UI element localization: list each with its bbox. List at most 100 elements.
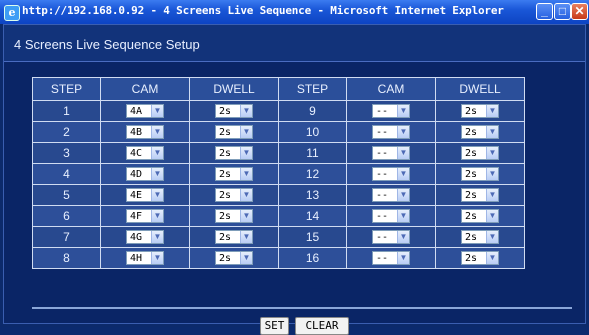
cam-cell: -- ▼ <box>346 100 436 122</box>
chevron-down-icon[interactable]: ▼ <box>240 147 252 160</box>
dwell-value: 2s <box>465 106 478 118</box>
table-row: 7 4G ▼ 2s ▼ 15 -- ▼ 2s ▼ <box>32 226 525 248</box>
cam-select[interactable]: 4B ▼ <box>126 125 164 140</box>
chevron-down-icon[interactable]: ▼ <box>486 147 498 160</box>
chevron-down-icon[interactable]: ▼ <box>240 231 252 244</box>
chevron-down-icon[interactable]: ▼ <box>151 189 163 202</box>
chevron-down-icon[interactable]: ▼ <box>151 231 163 244</box>
dwell-select[interactable]: 2s ▼ <box>215 251 253 266</box>
dwell-select[interactable]: 2s ▼ <box>215 146 253 161</box>
dwell-select[interactable]: 2s ▼ <box>215 125 253 140</box>
dwell-select[interactable]: 2s ▼ <box>215 104 253 119</box>
minimize-button[interactable]: _ <box>536 3 553 20</box>
dwell-value: 2s <box>219 253 232 265</box>
cam-cell: 4F ▼ <box>100 205 190 227</box>
cam-select[interactable]: -- ▼ <box>372 146 410 161</box>
dwell-cell: 2s ▼ <box>189 142 279 164</box>
cam-cell: -- ▼ <box>346 163 436 185</box>
cam-select[interactable]: -- ▼ <box>372 209 410 224</box>
page-title: 4 Screens Live Sequence Setup <box>14 37 200 52</box>
cam-value: 4F <box>130 211 143 223</box>
cam-header: CAM <box>346 77 436 101</box>
cam-cell: 4G ▼ <box>100 226 190 248</box>
chevron-down-icon[interactable]: ▼ <box>151 126 163 139</box>
cam-select[interactable]: -- ▼ <box>372 230 410 245</box>
chevron-down-icon[interactable]: ▼ <box>397 252 409 265</box>
chevron-down-icon[interactable]: ▼ <box>240 126 252 139</box>
chevron-down-icon[interactable]: ▼ <box>397 189 409 202</box>
dwell-cell: 2s ▼ <box>435 226 525 248</box>
dwell-select[interactable]: 2s ▼ <box>461 251 499 266</box>
clear-button[interactable]: CLEAR <box>295 317 349 335</box>
dwell-select[interactable]: 2s ▼ <box>215 188 253 203</box>
cam-value: -- <box>376 190 389 202</box>
chevron-down-icon[interactable]: ▼ <box>397 210 409 223</box>
chevron-down-icon[interactable]: ▼ <box>240 189 252 202</box>
cam-select[interactable]: -- ▼ <box>372 125 410 140</box>
cam-select[interactable]: 4A ▼ <box>126 104 164 119</box>
chevron-down-icon[interactable]: ▼ <box>151 147 163 160</box>
chevron-down-icon[interactable]: ▼ <box>151 210 163 223</box>
table-row: 1 4A ▼ 2s ▼ 9 -- ▼ 2s ▼ <box>32 100 525 122</box>
chevron-down-icon[interactable]: ▼ <box>240 252 252 265</box>
chevron-down-icon[interactable]: ▼ <box>397 231 409 244</box>
chevron-down-icon[interactable]: ▼ <box>486 210 498 223</box>
dwell-select[interactable]: 2s ▼ <box>215 167 253 182</box>
dwell-select[interactable]: 2s ▼ <box>215 209 253 224</box>
dwell-select[interactable]: 2s ▼ <box>461 125 499 140</box>
chevron-down-icon[interactable]: ▼ <box>486 105 498 118</box>
chevron-down-icon[interactable]: ▼ <box>240 105 252 118</box>
dwell-cell: 2s ▼ <box>435 100 525 122</box>
chevron-down-icon[interactable]: ▼ <box>486 126 498 139</box>
dwell-select[interactable]: 2s ▼ <box>461 230 499 245</box>
cam-cell: -- ▼ <box>346 226 436 248</box>
chevron-down-icon[interactable]: ▼ <box>151 168 163 181</box>
chevron-down-icon[interactable]: ▼ <box>486 168 498 181</box>
chevron-down-icon[interactable]: ▼ <box>240 210 252 223</box>
step-number: 5 <box>32 184 101 206</box>
cam-select[interactable]: 4H ▼ <box>126 251 164 266</box>
dwell-select[interactable]: 2s ▼ <box>461 104 499 119</box>
cam-select[interactable]: 4D ▼ <box>126 167 164 182</box>
chevron-down-icon[interactable]: ▼ <box>151 252 163 265</box>
dwell-select[interactable]: 2s ▼ <box>461 188 499 203</box>
close-button[interactable]: ✕ <box>571 3 588 20</box>
dwell-cell: 2s ▼ <box>189 163 279 185</box>
cam-value: 4B <box>130 127 143 139</box>
cam-select[interactable]: 4C ▼ <box>126 146 164 161</box>
cam-cell: -- ▼ <box>346 121 436 143</box>
page-content: 4 Screens Live Sequence Setup STEP CAM D… <box>3 24 586 335</box>
chevron-down-icon[interactable]: ▼ <box>240 168 252 181</box>
dwell-select[interactable]: 2s ▼ <box>461 209 499 224</box>
chevron-down-icon[interactable]: ▼ <box>397 105 409 118</box>
chevron-down-icon[interactable]: ▼ <box>397 168 409 181</box>
cam-cell: -- ▼ <box>346 184 436 206</box>
cam-value: -- <box>376 148 389 160</box>
set-button[interactable]: SET <box>260 317 289 335</box>
cam-select[interactable]: 4F ▼ <box>126 209 164 224</box>
cam-select[interactable]: -- ▼ <box>372 251 410 266</box>
dwell-value: 2s <box>219 127 232 139</box>
dwell-cell: 2s ▼ <box>189 100 279 122</box>
cam-select[interactable]: -- ▼ <box>372 167 410 182</box>
maximize-button[interactable]: □ <box>554 3 571 20</box>
chevron-down-icon[interactable]: ▼ <box>397 147 409 160</box>
dwell-select[interactable]: 2s ▼ <box>461 167 499 182</box>
cam-select[interactable]: 4E ▼ <box>126 188 164 203</box>
chevron-down-icon[interactable]: ▼ <box>151 105 163 118</box>
dwell-select[interactable]: 2s ▼ <box>215 230 253 245</box>
step-number: 14 <box>278 205 347 227</box>
dwell-select[interactable]: 2s ▼ <box>461 146 499 161</box>
chevron-down-icon[interactable]: ▼ <box>397 126 409 139</box>
table-row: 8 4H ▼ 2s ▼ 16 -- ▼ 2s ▼ <box>32 247 525 269</box>
sequence-table: STEP CAM DWELL STEP CAM DWELL 1 4A ▼ 2s ▼ 9 --… <box>32 77 525 269</box>
cam-select[interactable]: 4G ▼ <box>126 230 164 245</box>
title-bar[interactable]: e http://192.168.0.92 - 4 Screens Live S… <box>0 0 589 24</box>
cam-select[interactable]: -- ▼ <box>372 188 410 203</box>
cam-select[interactable]: -- ▼ <box>372 104 410 119</box>
chevron-down-icon[interactable]: ▼ <box>486 231 498 244</box>
cam-header: CAM <box>100 77 190 101</box>
chevron-down-icon[interactable]: ▼ <box>486 189 498 202</box>
chevron-down-icon[interactable]: ▼ <box>486 252 498 265</box>
dwell-cell: 2s ▼ <box>189 184 279 206</box>
